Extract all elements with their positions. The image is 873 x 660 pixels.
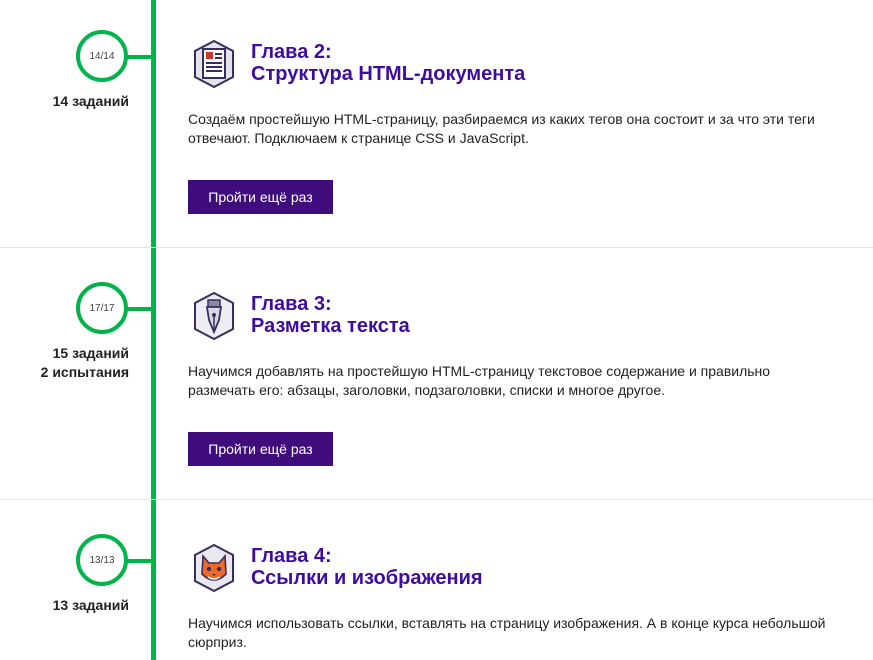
chapter-stats: 15 заданий 2 испытания	[41, 344, 129, 382]
chapter-description: Создаём простейшую HTML-страницу, разбир…	[188, 111, 815, 146]
retry-chapter-button[interactable]: Пройти ещё раз	[188, 180, 333, 214]
chapter-progress-label: 17/17	[89, 302, 115, 314]
timeline-connector	[124, 307, 154, 311]
chapter-progress-label: 13/13	[89, 554, 115, 566]
chapter-description: Научимся использовать ссылки, вставлять …	[188, 615, 826, 650]
chapter-task-count: 15 заданий	[52, 345, 129, 361]
chapter-title-number: Глава 4:	[251, 545, 332, 567]
chapter-stats: 14 заданий	[53, 92, 129, 111]
chapter-title: Глава 4: Ссылки и изображения	[251, 545, 483, 589]
chapter-title-name: Ссылки и изображения	[251, 567, 483, 589]
retry-chapter-button[interactable]: Пройти ещё раз	[188, 432, 333, 466]
chapter-title: Глава 2: Структура HTML-документа	[251, 41, 525, 85]
chapter-title-number: Глава 3:	[251, 293, 332, 315]
chapter-title-number: Глава 2:	[251, 41, 332, 63]
fountain-pen-icon	[194, 292, 234, 340]
chapter-title-name: Структура HTML-документа	[251, 63, 526, 85]
timeline-connector	[124, 559, 154, 563]
chapter-divider	[0, 247, 873, 248]
chapter-progress-circle: 17/17	[76, 282, 128, 334]
timeline-connector	[124, 55, 154, 59]
chapter-task-count: 13 заданий	[52, 597, 129, 613]
chapter-description: Научимся добавлять на простейшую HTML-ст…	[188, 363, 771, 398]
chapter-title-name: Разметка текста	[251, 315, 410, 337]
chapter-progress-label: 14/14	[89, 50, 115, 62]
document-icon	[194, 40, 234, 88]
chapter-progress-circle: 14/14	[76, 30, 128, 82]
chapter-divider	[0, 499, 873, 500]
chapter-stats: 13 заданий	[53, 596, 129, 615]
chapter-progress-circle: 13/13	[76, 534, 128, 586]
chapters-page: 14/14 14 заданий Глава 2: Структура HTML…	[0, 0, 873, 660]
chapter-title: Глава 3: Разметка текста	[251, 293, 410, 337]
chapter-task-count: 14 заданий	[52, 93, 129, 109]
cat-icon	[194, 544, 234, 592]
chapter-challenge-count: 2 испытания	[40, 364, 129, 380]
